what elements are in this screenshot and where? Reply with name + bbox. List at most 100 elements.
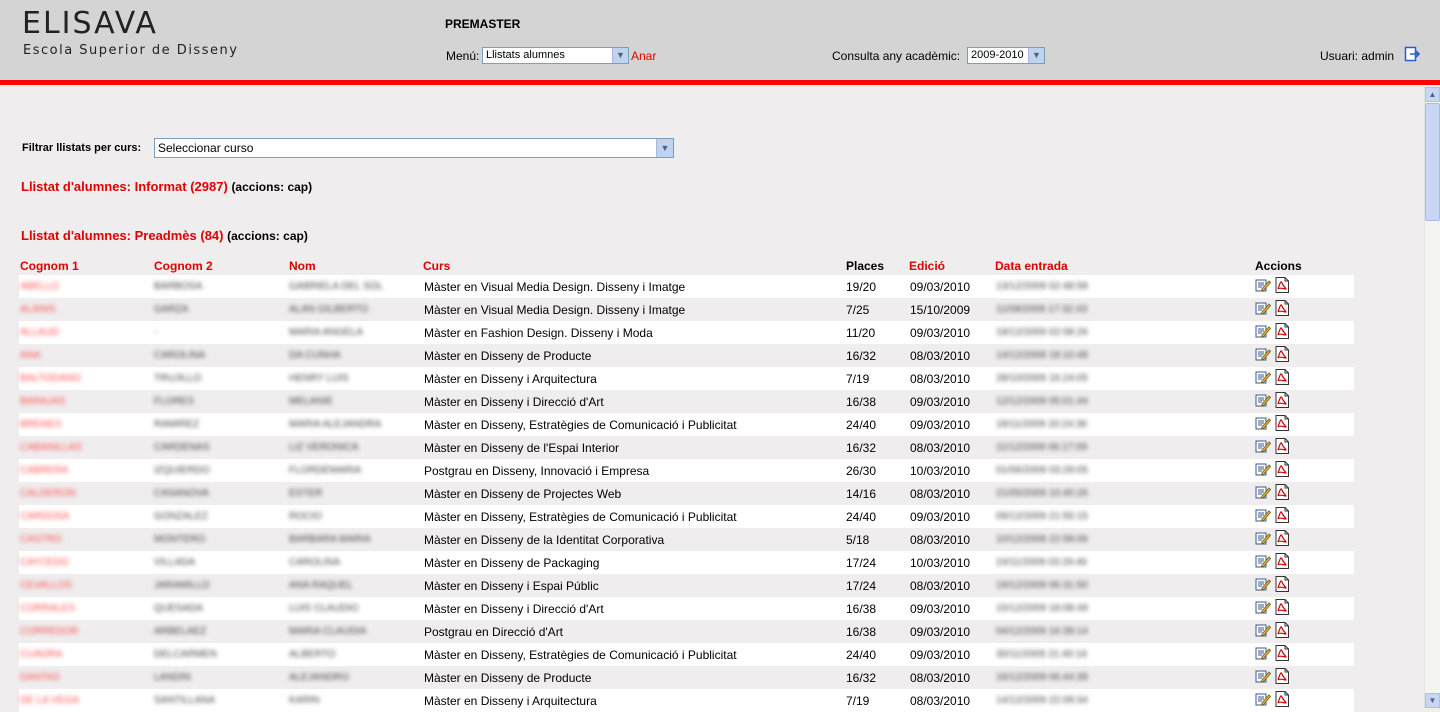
table-row: DE LA VEGA SANTILLANA KARIN Màster en Disse…	[19, 689, 1354, 712]
cell-data-entrada: 04/12/2009 16:39:14	[996, 626, 1088, 637]
col-cognom1[interactable]: Cognom 1	[20, 259, 79, 273]
cell-cognom1[interactable]: CORREDOR	[20, 626, 78, 637]
pdf-icon[interactable]	[1274, 691, 1290, 707]
edit-icon[interactable]	[1255, 346, 1271, 362]
cell-cognom2: JARAMILLO	[154, 580, 210, 591]
cell-cognom1[interactable]: BRENES	[20, 419, 61, 430]
pdf-icon[interactable]	[1274, 507, 1290, 523]
pdf-icon[interactable]	[1274, 346, 1290, 362]
cell-edicio: 08/03/2010	[910, 671, 971, 685]
scroll-up-button[interactable]: ▲	[1425, 87, 1440, 102]
cell-cognom1[interactable]: BARAJAS	[20, 396, 66, 407]
pdf-icon[interactable]	[1274, 277, 1290, 293]
pdf-icon[interactable]	[1274, 300, 1290, 316]
cell-cognom2: BARBOSA	[154, 281, 203, 292]
table-row: CASTRO MONTERO BARBARA MARIA Màster en Diss…	[19, 528, 1354, 551]
chevron-down-icon[interactable]: ▼	[656, 139, 673, 157]
section-preadmes-title[interactable]: Llistat d'alumnes: Preadmès (84) (accion…	[21, 228, 308, 243]
pdf-icon[interactable]	[1274, 323, 1290, 339]
pdf-icon[interactable]	[1274, 576, 1290, 592]
cell-edicio: 09/03/2010	[910, 326, 971, 340]
cell-nom: KARIN	[289, 695, 320, 706]
cell-curs: Màster en Disseny de Producte	[424, 671, 592, 685]
cell-cognom1[interactable]: CABRERA	[20, 465, 68, 476]
cell-nom: ROCIO	[289, 511, 322, 522]
pdf-icon[interactable]	[1274, 369, 1290, 385]
col-edicio[interactable]: Edició	[909, 259, 945, 273]
edit-icon[interactable]	[1255, 645, 1271, 661]
cell-cognom1[interactable]: CABANILLAS	[20, 442, 82, 453]
table-row: ALANIS GARZA ALAN GILBERTO Màster en Visual…	[19, 298, 1354, 321]
edit-icon[interactable]	[1255, 530, 1271, 546]
pdf-icon[interactable]	[1274, 530, 1290, 546]
edit-icon[interactable]	[1255, 599, 1271, 615]
edit-icon[interactable]	[1255, 438, 1271, 454]
pdf-icon[interactable]	[1274, 599, 1290, 615]
pdf-icon[interactable]	[1274, 553, 1290, 569]
col-data-entrada[interactable]: Data entrada	[995, 259, 1068, 273]
edit-icon[interactable]	[1255, 392, 1271, 408]
section-informat-label[interactable]: Llistat d'alumnes: Informat (2987)	[21, 179, 228, 194]
edit-icon[interactable]	[1255, 691, 1271, 707]
chevron-down-icon[interactable]: ▼	[612, 48, 628, 63]
go-link[interactable]: Anar	[631, 49, 656, 63]
scroll-down-button[interactable]: ▼	[1425, 693, 1440, 708]
cell-cognom1[interactable]: CASTRO	[20, 534, 62, 545]
edit-icon[interactable]	[1255, 668, 1271, 684]
cell-edicio: 08/03/2010	[910, 441, 971, 455]
edit-icon[interactable]	[1255, 622, 1271, 638]
pdf-icon[interactable]	[1274, 622, 1290, 638]
edit-icon[interactable]	[1255, 553, 1271, 569]
edit-icon[interactable]	[1255, 300, 1271, 316]
table-row: CARDOSA GONZALEZ ROCIO Màster en Disseny, E…	[19, 505, 1354, 528]
logout-icon[interactable]	[1404, 46, 1420, 62]
cell-cognom1[interactable]: CORRALES	[20, 603, 75, 614]
cell-cognom1[interactable]: ALANIS	[20, 304, 56, 315]
cell-cognom1[interactable]: CEVALLOS	[20, 580, 72, 591]
cell-nom: MARIA ANGELA	[289, 327, 363, 338]
year-select[interactable]: 2009-2010 ▼	[967, 47, 1045, 64]
cell-cognom1[interactable]: ALLAUD	[20, 327, 59, 338]
edit-icon[interactable]	[1255, 415, 1271, 431]
cell-cognom1[interactable]: DE LA VEGA	[20, 695, 79, 706]
menu-select[interactable]: Llistats alumnes ▼	[482, 47, 629, 64]
cell-cognom1[interactable]: ANA	[20, 350, 41, 361]
cell-data-entrada: 12/12/2009 05:01:44	[996, 396, 1088, 407]
section-preadmes-label[interactable]: Llistat d'alumnes: Preadmès (84)	[21, 228, 224, 243]
pdf-icon[interactable]	[1274, 438, 1290, 454]
scroll-thumb[interactable]	[1425, 103, 1440, 221]
edit-icon[interactable]	[1255, 576, 1271, 592]
pdf-icon[interactable]	[1274, 645, 1290, 661]
col-cognom2[interactable]: Cognom 2	[154, 259, 213, 273]
cell-cognom1[interactable]: CAYCEDO	[20, 557, 69, 568]
pdf-icon[interactable]	[1274, 392, 1290, 408]
table-row: ABELLO BARBOSA GABRIELA DEL SOL Màster en V…	[19, 275, 1354, 298]
user-label: Usuari: admin	[1320, 49, 1395, 63]
edit-icon[interactable]	[1255, 277, 1271, 293]
edit-icon[interactable]	[1255, 461, 1271, 477]
col-curs[interactable]: Curs	[423, 259, 450, 273]
edit-icon[interactable]	[1255, 323, 1271, 339]
cell-cognom1[interactable]: BALTODANO	[20, 373, 81, 384]
vertical-scrollbar[interactable]: ▲ ▼	[1424, 87, 1440, 708]
pdf-icon[interactable]	[1274, 415, 1290, 431]
section-informat-title[interactable]: Llistat d'alumnes: Informat (2987) (acci…	[21, 179, 312, 194]
chevron-down-icon[interactable]: ▼	[1028, 48, 1044, 63]
col-nom[interactable]: Nom	[289, 259, 316, 273]
cell-cognom1[interactable]: ABELLO	[20, 281, 59, 292]
cell-cognom1[interactable]: CALDERON	[20, 488, 76, 499]
pdf-icon[interactable]	[1274, 484, 1290, 500]
pdf-icon[interactable]	[1274, 461, 1290, 477]
edit-icon[interactable]	[1255, 484, 1271, 500]
cell-cognom2: QUESADA	[154, 603, 203, 614]
edit-icon[interactable]	[1255, 369, 1271, 385]
cell-data-entrada: 15/12/2009 18:08:49	[996, 603, 1088, 614]
cell-cognom1[interactable]: CARDOSA	[20, 511, 69, 522]
cell-cognom1[interactable]: DANTAS	[20, 672, 60, 683]
edit-icon[interactable]	[1255, 507, 1271, 523]
cell-cognom1[interactable]: CUADRA	[20, 649, 62, 660]
pdf-icon[interactable]	[1274, 668, 1290, 684]
course-filter-select[interactable]: Seleccionar curso ▼	[154, 138, 674, 158]
col-accions: Accions	[1255, 259, 1302, 273]
cell-nom: DA CUNHA	[289, 350, 341, 361]
